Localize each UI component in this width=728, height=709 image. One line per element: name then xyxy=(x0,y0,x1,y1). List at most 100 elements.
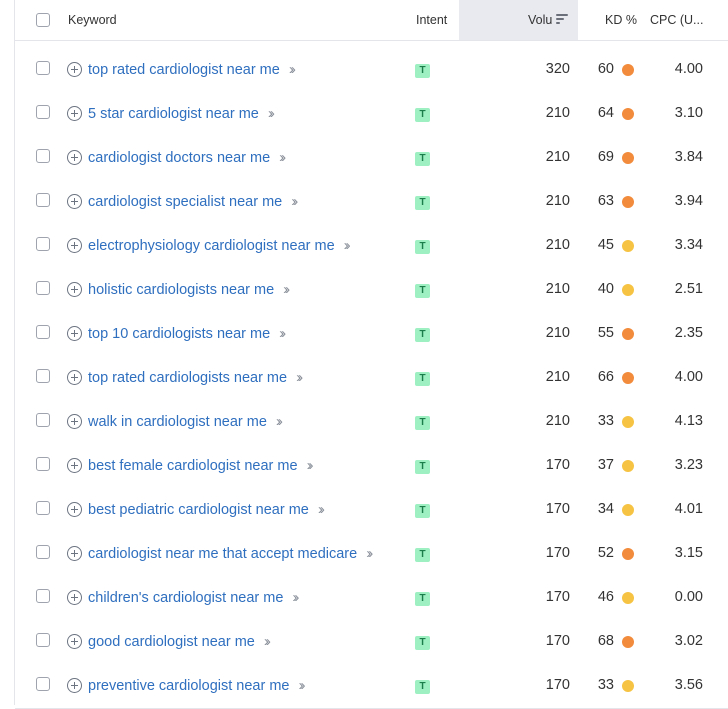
double-chevron-right-icon[interactable]: ›› xyxy=(292,589,299,606)
double-chevron-right-icon[interactable]: ›› xyxy=(268,105,275,122)
keyword-cell: 5 star cardiologist near me ›› xyxy=(88,105,275,123)
cpc-value: 3.84 xyxy=(674,149,703,165)
volume-column-header[interactable]: Volu xyxy=(528,13,552,27)
cpc-value: 2.35 xyxy=(674,325,703,341)
add-to-list-icon[interactable] xyxy=(67,634,82,649)
keyword-cell: top rated cardiologist near me ›› xyxy=(88,61,296,79)
keyword-link[interactable]: cardiologist near me that accept medicar… xyxy=(88,546,357,562)
add-to-list-icon[interactable] xyxy=(67,590,82,605)
kd-difficulty-dot-icon xyxy=(622,240,634,252)
keyword-cell: cardiologist doctors near me ›› xyxy=(88,149,286,167)
table-row: walk in cardiologist near me ›› T 210 33 4.1… xyxy=(15,400,728,445)
keyword-cell: walk in cardiologist near me ›› xyxy=(88,413,283,431)
sort-descending-icon[interactable] xyxy=(556,14,568,25)
volume-value: 210 xyxy=(545,413,570,429)
double-chevron-right-icon[interactable]: ›› xyxy=(318,501,325,518)
kd-column-header[interactable]: KD % xyxy=(605,13,637,27)
double-chevron-right-icon[interactable]: ›› xyxy=(296,369,303,386)
add-to-list-icon[interactable] xyxy=(67,62,82,77)
kd-value: 46 xyxy=(597,589,614,605)
keyword-link[interactable]: top 10 cardiologists near me xyxy=(88,326,270,342)
kd-value: 66 xyxy=(597,369,614,385)
kd-value: 63 xyxy=(597,193,614,209)
table-row: holistic cardiologists near me ›› T 210 40 2… xyxy=(15,268,728,313)
double-chevron-right-icon[interactable]: ›› xyxy=(344,237,351,254)
keyword-cell: electrophysiology cardiologist near me ›› xyxy=(88,237,351,255)
keyword-link[interactable]: preventive cardiologist near me xyxy=(88,678,290,694)
row-checkbox[interactable] xyxy=(36,105,50,119)
cpc-value: 2.51 xyxy=(674,281,703,297)
kd-value: 37 xyxy=(597,457,614,473)
keyword-link[interactable]: top rated cardiologist near me xyxy=(88,62,280,78)
keyword-link[interactable]: best female cardiologist near me xyxy=(88,458,298,474)
keyword-link[interactable]: best pediatric cardiologist near me xyxy=(88,502,309,518)
add-to-list-icon[interactable] xyxy=(67,458,82,473)
row-checkbox[interactable] xyxy=(36,545,50,559)
cpc-column-header[interactable]: CPC (U... xyxy=(650,13,703,27)
select-all-checkbox[interactable] xyxy=(36,13,50,27)
keyword-link[interactable]: children's cardiologist near me xyxy=(88,590,283,606)
row-checkbox[interactable] xyxy=(36,325,50,339)
row-checkbox[interactable] xyxy=(36,369,50,383)
add-to-list-icon[interactable] xyxy=(67,282,82,297)
left-panel-edge xyxy=(0,0,15,705)
double-chevron-right-icon[interactable]: ›› xyxy=(307,457,314,474)
cpc-value: 3.23 xyxy=(674,457,703,473)
volume-value: 210 xyxy=(545,149,570,165)
keyword-cell: best pediatric cardiologist near me ›› xyxy=(88,501,325,519)
row-checkbox[interactable] xyxy=(36,413,50,427)
double-chevron-right-icon[interactable]: ›› xyxy=(283,281,290,298)
keyword-link[interactable]: walk in cardiologist near me xyxy=(88,414,267,430)
row-checkbox[interactable] xyxy=(36,457,50,471)
kd-value: 55 xyxy=(597,325,614,341)
keyword-cell: good cardiologist near me ›› xyxy=(88,633,271,651)
row-checkbox[interactable] xyxy=(36,237,50,251)
double-chevron-right-icon[interactable]: ›› xyxy=(366,545,373,562)
table-row: top rated cardiologists near me ›› T 210 66… xyxy=(15,356,728,401)
row-checkbox[interactable] xyxy=(36,281,50,295)
keyword-column-header[interactable]: Keyword xyxy=(68,13,117,27)
add-to-list-icon[interactable] xyxy=(67,370,82,385)
keyword-link[interactable]: cardiologist doctors near me xyxy=(88,150,270,166)
double-chevron-right-icon[interactable]: ›› xyxy=(291,193,298,210)
kd-difficulty-dot-icon xyxy=(622,372,634,384)
cpc-value: 3.56 xyxy=(674,677,703,693)
keyword-link[interactable]: cardiologist specialist near me xyxy=(88,194,282,210)
kd-value: 45 xyxy=(597,237,614,253)
add-to-list-icon[interactable] xyxy=(67,106,82,121)
add-to-list-icon[interactable] xyxy=(67,502,82,517)
double-chevron-right-icon[interactable]: ›› xyxy=(264,633,271,650)
volume-value: 170 xyxy=(545,677,570,693)
intent-column-header[interactable]: Intent xyxy=(416,13,447,27)
add-to-list-icon[interactable] xyxy=(67,150,82,165)
double-chevron-right-icon[interactable]: ›› xyxy=(299,677,306,694)
add-to-list-icon[interactable] xyxy=(67,326,82,341)
keyword-link[interactable]: holistic cardiologists near me xyxy=(88,282,274,298)
keyword-link[interactable]: top rated cardiologists near me xyxy=(88,370,287,386)
double-chevron-right-icon[interactable]: ›› xyxy=(289,61,296,78)
row-checkbox[interactable] xyxy=(36,501,50,515)
kd-difficulty-dot-icon xyxy=(622,284,634,296)
row-checkbox[interactable] xyxy=(36,61,50,75)
keyword-link[interactable]: good cardiologist near me xyxy=(88,634,255,650)
kd-difficulty-dot-icon xyxy=(622,64,634,76)
add-to-list-icon[interactable] xyxy=(67,238,82,253)
keyword-link[interactable]: 5 star cardiologist near me xyxy=(88,106,259,122)
row-checkbox[interactable] xyxy=(36,193,50,207)
row-checkbox[interactable] xyxy=(36,589,50,603)
row-checkbox[interactable] xyxy=(36,149,50,163)
add-to-list-icon[interactable] xyxy=(67,194,82,209)
volume-value: 170 xyxy=(545,501,570,517)
add-to-list-icon[interactable] xyxy=(67,546,82,561)
keyword-link[interactable]: electrophysiology cardiologist near me xyxy=(88,238,335,254)
row-checkbox[interactable] xyxy=(36,677,50,691)
double-chevron-right-icon[interactable]: ›› xyxy=(276,413,283,430)
intent-badge: T xyxy=(415,460,430,474)
volume-value: 210 xyxy=(545,193,570,209)
kd-difficulty-dot-icon xyxy=(622,504,634,516)
row-checkbox[interactable] xyxy=(36,633,50,647)
add-to-list-icon[interactable] xyxy=(67,678,82,693)
double-chevron-right-icon[interactable]: ›› xyxy=(279,149,286,166)
double-chevron-right-icon[interactable]: ›› xyxy=(279,325,286,342)
add-to-list-icon[interactable] xyxy=(67,414,82,429)
